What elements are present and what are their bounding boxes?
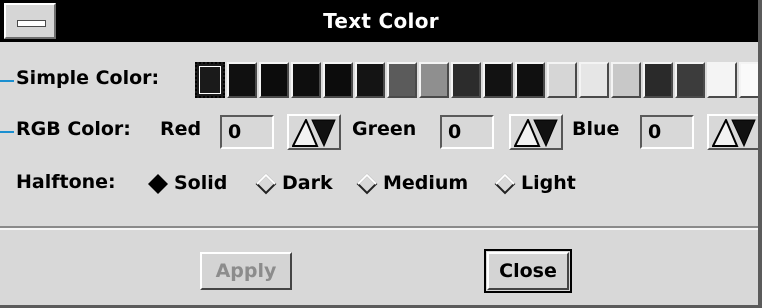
window-title: Text Color: [323, 9, 439, 33]
diamond-empty-icon: [494, 173, 516, 194]
button-bar: [0, 230, 762, 308]
color-swatch[interactable]: [355, 62, 385, 98]
red-value-field[interactable]: 0: [220, 115, 274, 149]
simple-color-label: Simple Color:: [16, 67, 160, 89]
up-down-arrow-icon: [712, 119, 756, 147]
color-swatch[interactable]: [227, 62, 257, 98]
diamond-filled-icon: [148, 173, 168, 194]
color-swatch[interactable]: [323, 62, 353, 98]
diamond-empty-icon: [255, 173, 277, 194]
halftone-option-label: Medium: [383, 172, 469, 194]
color-swatch[interactable]: [387, 62, 417, 98]
color-swatch[interactable]: [451, 62, 481, 98]
halftone-option-light[interactable]: Light: [493, 166, 576, 200]
green-value-field[interactable]: 0: [440, 115, 494, 149]
up-down-arrow-icon: [514, 119, 558, 147]
halftone-label: Halftone:: [16, 171, 116, 193]
rgb-color-label: RGB Color:: [16, 118, 131, 140]
halftone-option-medium[interactable]: Medium: [355, 166, 468, 200]
halftone-option-dark[interactable]: Dark: [254, 166, 333, 200]
color-swatch[interactable]: [291, 62, 321, 98]
title-bar: Text Color: [0, 0, 762, 42]
close-button[interactable]: Close: [484, 249, 572, 293]
color-swatch[interactable]: [611, 62, 641, 98]
color-swatch[interactable]: [579, 62, 609, 98]
blue-label: Blue: [572, 118, 620, 140]
green-label: Green: [352, 118, 417, 140]
color-swatch[interactable]: [259, 62, 289, 98]
color-swatch[interactable]: [419, 62, 449, 98]
window-border: [758, 0, 762, 308]
red-label: Red: [160, 118, 202, 140]
apply-button[interactable]: Apply: [200, 252, 292, 290]
blue-spin-button[interactable]: [707, 114, 761, 150]
color-swatch[interactable]: [195, 62, 225, 98]
color-swatch[interactable]: [675, 62, 705, 98]
color-swatch[interactable]: [515, 62, 545, 98]
halftone-option-solid[interactable]: Solid: [146, 166, 227, 200]
callout-line: [0, 80, 14, 82]
color-swatch[interactable]: [707, 62, 737, 98]
color-swatch[interactable]: [547, 62, 577, 98]
callout-line: [0, 131, 14, 133]
color-swatch[interactable]: [483, 62, 513, 98]
green-spin-button[interactable]: [509, 114, 563, 150]
blue-value-field[interactable]: 0: [640, 115, 694, 149]
halftone-option-label: Light: [521, 172, 576, 194]
up-down-arrow-icon: [292, 119, 336, 147]
diamond-empty-icon: [356, 173, 378, 194]
color-swatch[interactable]: [643, 62, 673, 98]
halftone-option-label: Solid: [174, 172, 228, 194]
text-color-dialog: Text Color Simple Color: RGB Color: Red …: [0, 0, 762, 308]
halftone-option-label: Dark: [282, 172, 333, 194]
red-spin-button[interactable]: [287, 114, 341, 150]
